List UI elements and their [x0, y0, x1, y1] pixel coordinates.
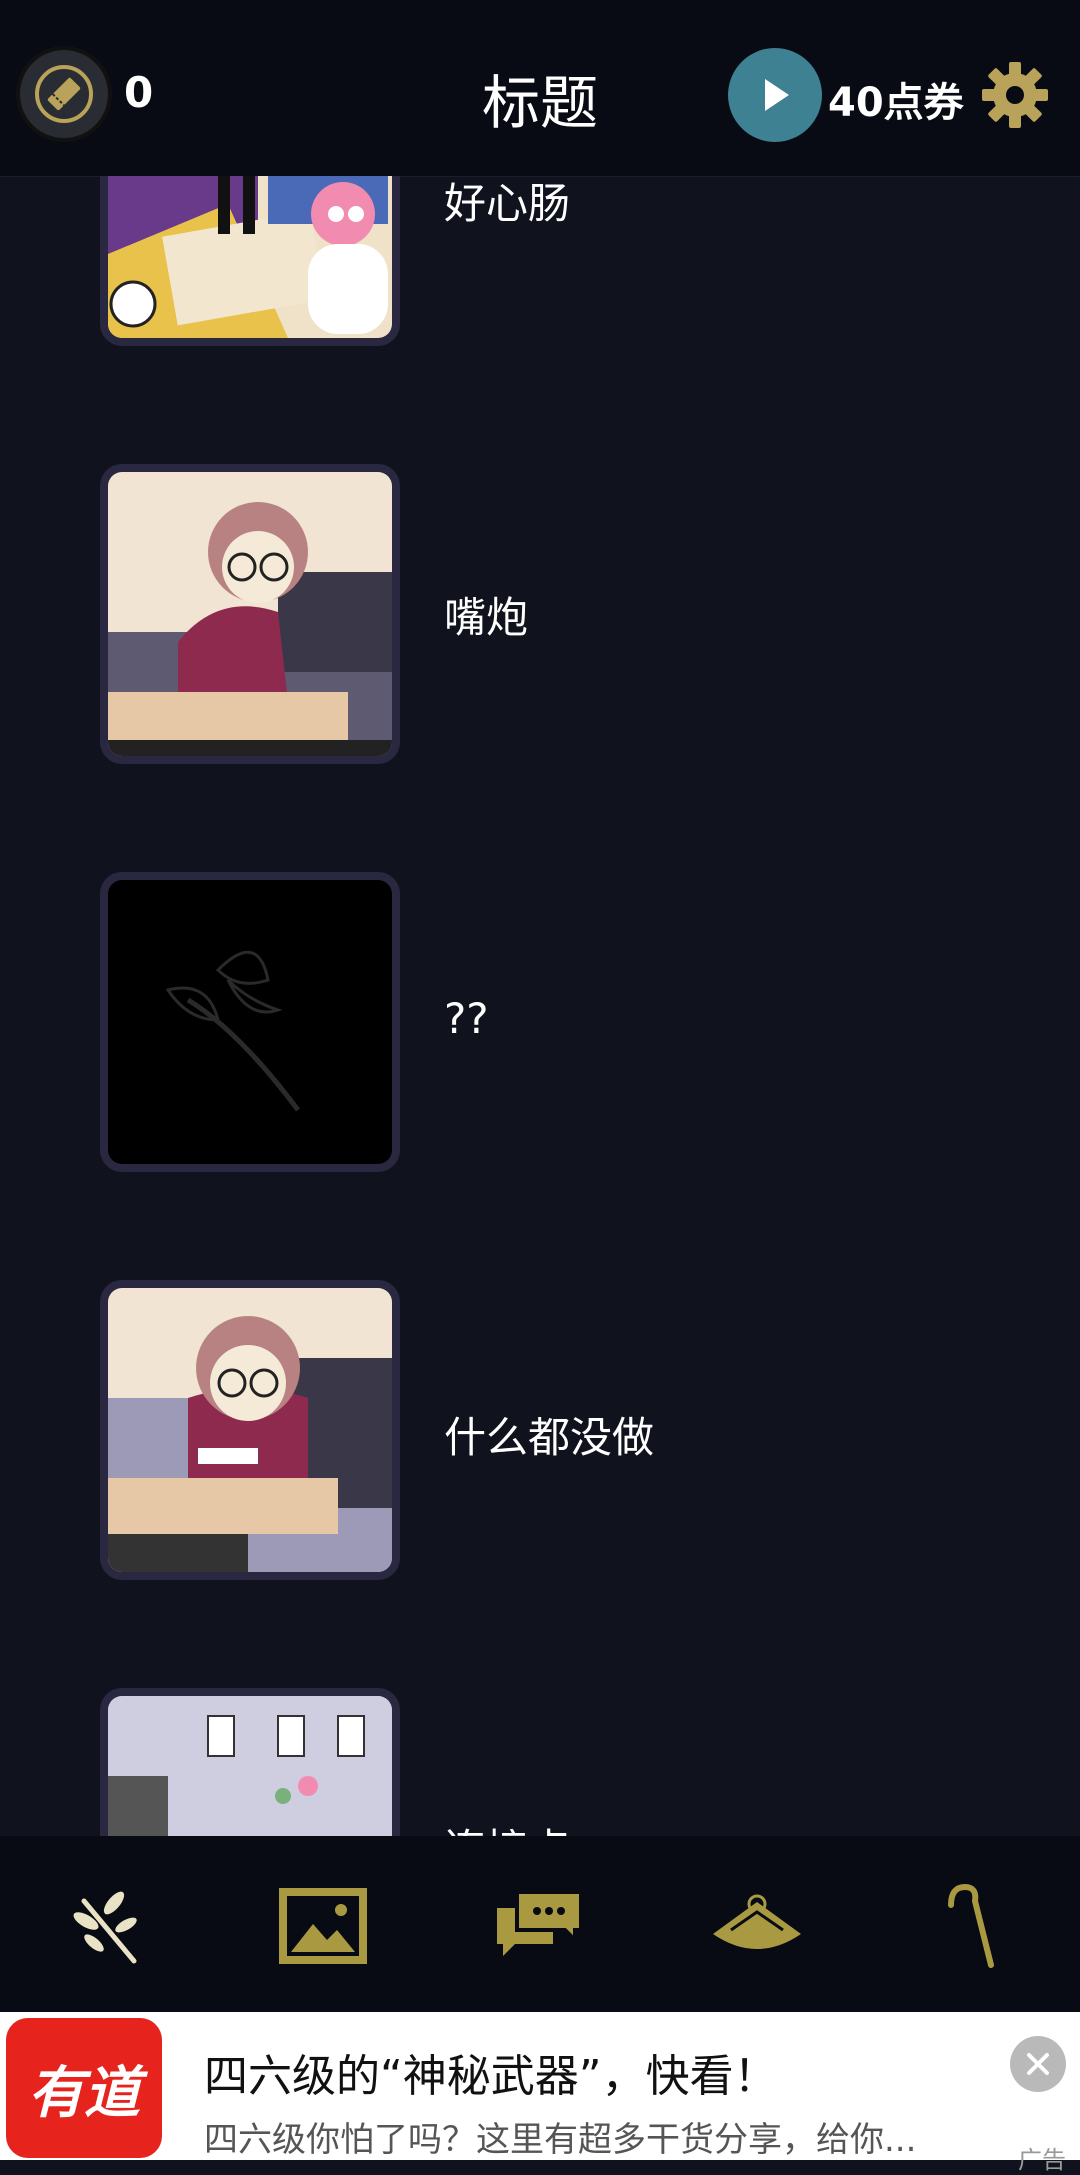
chapter-title: 嘴炮 [444, 593, 529, 642]
chapter-thumbnail [100, 464, 400, 764]
locked-flower-image [108, 880, 392, 1164]
chapter-title: ?? [444, 994, 489, 1043]
gallery-icon [279, 1888, 367, 1964]
classroom-scene-image [108, 176, 392, 338]
list-item[interactable]: 嘴炮 [0, 464, 1080, 764]
close-icon [1027, 2053, 1049, 2075]
nav-chat-button[interactable] [484, 1876, 594, 1976]
ad-banner[interactable]: 有道 四六级的“神秘武器”，快看！ 四六级你怕了吗？这里有超多干货分享，给你..… [0, 2012, 1080, 2174]
ad-tag: 广告 [1018, 2146, 1066, 2174]
ad-description: 四六级你怕了吗？这里有超多干货分享，给你... [204, 2120, 917, 2160]
chapter-thumbnail [100, 1280, 400, 1580]
chapter-title: 连接点 [444, 1816, 570, 1836]
top-bar: 0 标题 40点券 [0, 0, 1080, 177]
list-item[interactable]: ?? [0, 872, 1080, 1172]
ad-close-button[interactable] [1010, 2036, 1066, 2092]
play-icon [765, 79, 789, 111]
chapter-title: 什么都没做 [444, 1413, 655, 1462]
play-button[interactable] [728, 48, 822, 142]
list-item[interactable]: 好心肠 [0, 176, 1080, 346]
cane-icon [948, 1883, 994, 1968]
thinking-student-image [108, 472, 392, 756]
chapter-thumbnail [100, 1688, 400, 1836]
chat-icon [497, 1890, 583, 1956]
chapter-title: 好心肠 [444, 179, 571, 228]
bottom-nav [0, 1836, 1080, 2012]
gear-icon[interactable] [978, 58, 1052, 132]
nav-branch-button[interactable] [54, 1876, 164, 1976]
list-item[interactable]: 什么都没做 [0, 1280, 1080, 1580]
nav-hat-button[interactable] [702, 1876, 812, 1976]
ad-logo: 有道 [6, 2018, 162, 2158]
nav-cane-button[interactable] [916, 1876, 1026, 1976]
chapter-list: 好心肠 嘴炮 ?? 什么都没做 [0, 176, 1080, 1836]
nav-gallery-button[interactable] [268, 1876, 378, 1976]
coupon-count: 40点券 [828, 80, 964, 126]
hat-icon [713, 1894, 801, 1949]
school-building-image [108, 1696, 392, 1836]
branch-icon [73, 1891, 137, 1964]
chapter-thumbnail [100, 176, 400, 346]
student-at-desk-image [108, 1288, 392, 1572]
ad-title: 四六级的“神秘武器”，快看！ [204, 2051, 778, 2102]
chapter-thumbnail [100, 872, 400, 1172]
list-item[interactable]: 连接点 [0, 1688, 1080, 1836]
